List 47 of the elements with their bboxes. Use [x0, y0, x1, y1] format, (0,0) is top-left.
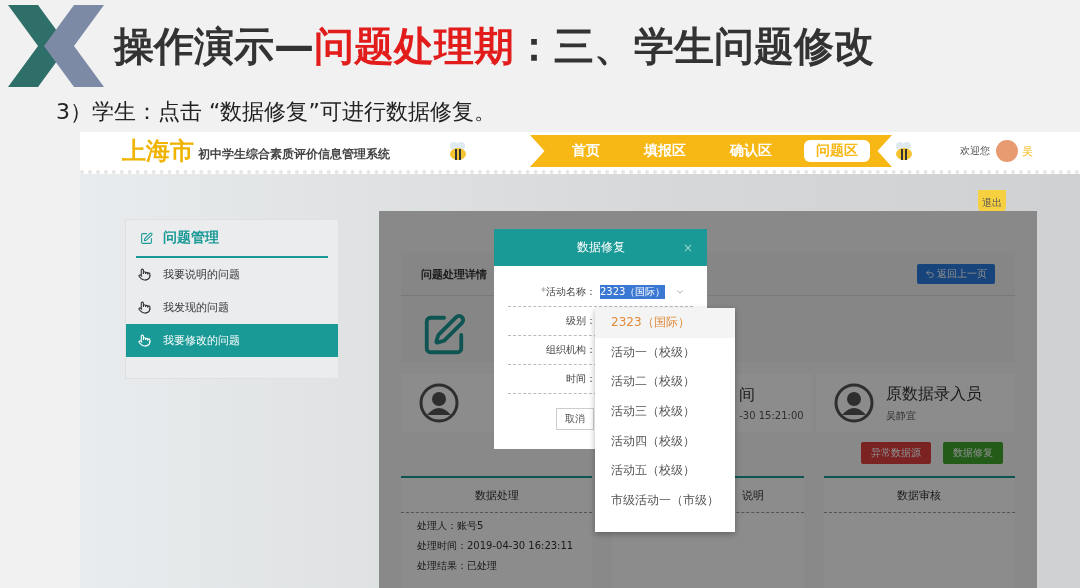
- dropdown-option[interactable]: 2323（国际）: [595, 308, 735, 338]
- modal-title: 数据修复: [576, 239, 625, 256]
- user-name: 吴: [1022, 143, 1033, 159]
- greeting: 欢迎您: [960, 144, 990, 158]
- action-button[interactable]: 数据修复: [943, 442, 1003, 464]
- field-label: 时间：: [565, 372, 596, 386]
- info-heading: 间: [739, 385, 757, 406]
- field-label: *活动名称：: [540, 285, 596, 299]
- city-logo: 上海市: [122, 136, 194, 167]
- sidebar-title: 问题管理: [163, 229, 219, 247]
- info-value: -30 15:21:00: [739, 410, 804, 421]
- slide-title: 操作演示—问题处理期：三、学生问题修改: [114, 21, 874, 71]
- hand-pointer-icon: [138, 334, 151, 347]
- slide-subtitle: 3）学生：点击 “数据修复”可进行数据修复。: [55, 98, 497, 126]
- chevron-down-icon: [675, 287, 686, 297]
- panel-title: 数据处理: [401, 478, 593, 513]
- system-name: 初中学生综合素质评价信息管理系统: [198, 145, 390, 163]
- x-logo-icon: [8, 5, 104, 87]
- cancel-button[interactable]: 取消: [556, 408, 594, 430]
- dropdown-option[interactable]: 活动三（校级）: [595, 396, 735, 427]
- user-avatar-icon: [419, 383, 459, 423]
- dropdown-option[interactable]: 活动五（校级）: [595, 455, 735, 486]
- detail-title: 问题处理详情: [421, 266, 487, 282]
- panel-title: 数据审核: [823, 478, 1015, 513]
- panel-line: 处理人：账号5: [417, 519, 485, 533]
- user-avatar-icon: [833, 383, 874, 423]
- info-value: 吴静宜: [885, 408, 917, 423]
- user-avatar: [996, 140, 1018, 162]
- dropdown-option[interactable]: 市级活动一（市级）: [595, 485, 735, 516]
- select-value[interactable]: 2323（国际）: [600, 285, 666, 299]
- panel-line: 处理时间：2019-04-30 16:23:11: [417, 539, 575, 553]
- dropdown-option[interactable]: 活动四（校级）: [595, 426, 735, 456]
- field-label: 级别：: [565, 314, 596, 328]
- hand-pointer-icon: [138, 301, 151, 314]
- panel-line: 处理结果：已处理: [417, 559, 498, 573]
- edit-icon: [140, 231, 153, 245]
- dropdown-option[interactable]: 活动一（校级）: [595, 337, 735, 368]
- sidebar-item[interactable]: 我发现的问题: [126, 291, 338, 324]
- dropdown-option[interactable]: 活动二（校级）: [595, 367, 735, 397]
- action-button[interactable]: 异常数据源: [861, 442, 931, 464]
- field-label: 组织机构：: [545, 343, 596, 357]
- hand-pointer-icon: [138, 268, 151, 281]
- back-button[interactable]: 返回上一页: [917, 264, 995, 284]
- return-arrow-icon: [925, 269, 935, 279]
- info-heading: 原数据录入员: [885, 383, 982, 405]
- sidebar-item[interactable]: 我要修改的问题: [126, 324, 338, 357]
- sidebar-item[interactable]: 我要说明的问题: [126, 258, 338, 291]
